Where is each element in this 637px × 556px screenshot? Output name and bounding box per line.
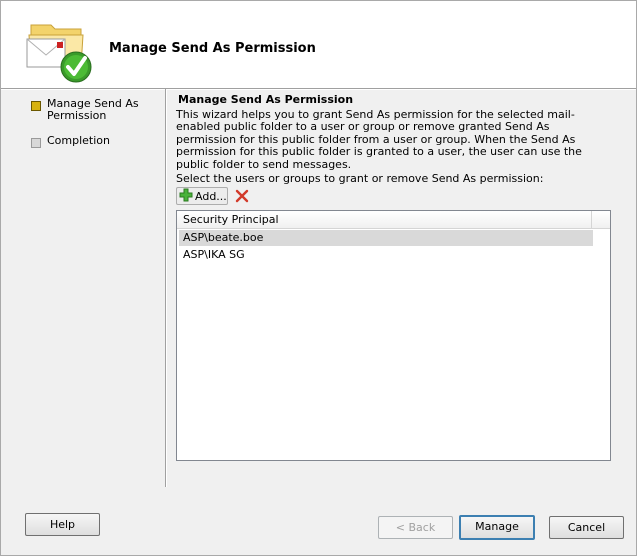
list-header: Security Principal: [177, 211, 610, 229]
select-instruction: Select the users or groups to grant or r…: [176, 172, 544, 185]
step-label: Completion: [47, 134, 111, 147]
security-principal-list[interactable]: Security Principal ASP\beate.boe ASP\IKA…: [176, 210, 611, 461]
description-text: This wizard helps you to grant Send As p…: [176, 108, 582, 171]
add-plus-icon: [179, 188, 193, 205]
wizard-content: Manage Send As Permission This wizard he…: [176, 93, 616, 461]
vertical-divider: [165, 89, 167, 487]
back-button[interactable]: < Back: [378, 516, 453, 539]
list-item[interactable]: ASP\IKA SG: [179, 247, 593, 263]
wizard-steps: Manage Send As Permission Completion: [31, 98, 163, 160]
cancel-button[interactable]: Cancel: [549, 516, 624, 539]
public-folder-check-icon: [23, 15, 95, 85]
manage-button[interactable]: Manage: [459, 515, 535, 540]
page-title: Manage Send As Permission: [109, 41, 316, 56]
add-button[interactable]: Add...: [176, 187, 228, 205]
column-security-principal[interactable]: Security Principal: [177, 211, 592, 228]
remove-x-icon: [235, 189, 249, 203]
wizard-window: Manage Send As Permission Manage Send As…: [0, 0, 637, 556]
pending-step-bullet-icon: [31, 138, 41, 148]
active-step-bullet-icon: [31, 101, 41, 111]
add-button-label: Add...: [195, 189, 227, 203]
remove-button[interactable]: [234, 188, 250, 204]
step-completion: Completion: [31, 134, 163, 148]
header-divider: [1, 88, 636, 90]
step-label: Manage Send As Permission: [47, 97, 139, 122]
help-button[interactable]: Help: [25, 513, 100, 536]
section-title: Manage Send As Permission: [178, 93, 354, 106]
list-item[interactable]: ASP\beate.boe: [179, 230, 593, 246]
step-manage-send-as: Manage Send As Permission: [31, 98, 163, 122]
wizard-header: Manage Send As Permission: [1, 1, 636, 88]
